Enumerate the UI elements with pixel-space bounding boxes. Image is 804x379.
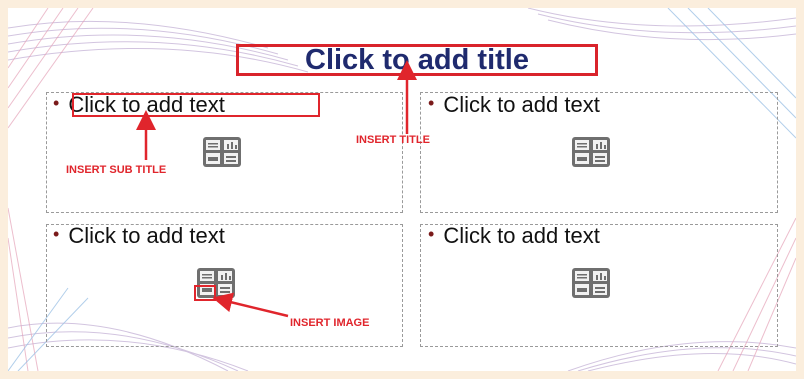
bullet-icon: • bbox=[53, 223, 60, 244]
insert-title-annotation: INSERT TITLE bbox=[356, 134, 430, 146]
insert-content-icon[interactable] bbox=[572, 137, 610, 167]
insert-sub-title-annotation: INSERT SUB TITLE bbox=[66, 164, 167, 176]
slide-title[interactable]: Click to add title bbox=[236, 44, 598, 76]
insert-image-annotation: INSERT IMAGE bbox=[290, 317, 370, 329]
slide: Click to add title • Click to add text •… bbox=[8, 8, 796, 371]
slide-title-text: Click to add title bbox=[305, 43, 529, 76]
insert-content-icon[interactable] bbox=[572, 268, 610, 298]
placeholder-text-top-right[interactable]: • Click to add text bbox=[428, 92, 600, 118]
insert-image-highlight-box bbox=[194, 285, 216, 301]
bullet-icon: • bbox=[428, 223, 435, 244]
sub-title-highlight-box bbox=[72, 93, 320, 117]
placeholder-text-bottom-left[interactable]: • Click to add text bbox=[53, 223, 225, 249]
bullet-icon: • bbox=[428, 92, 435, 113]
placeholder-text-bottom-right[interactable]: • Click to add text bbox=[428, 223, 600, 249]
insert-content-icon[interactable] bbox=[203, 137, 241, 167]
bullet-icon: • bbox=[53, 92, 60, 113]
